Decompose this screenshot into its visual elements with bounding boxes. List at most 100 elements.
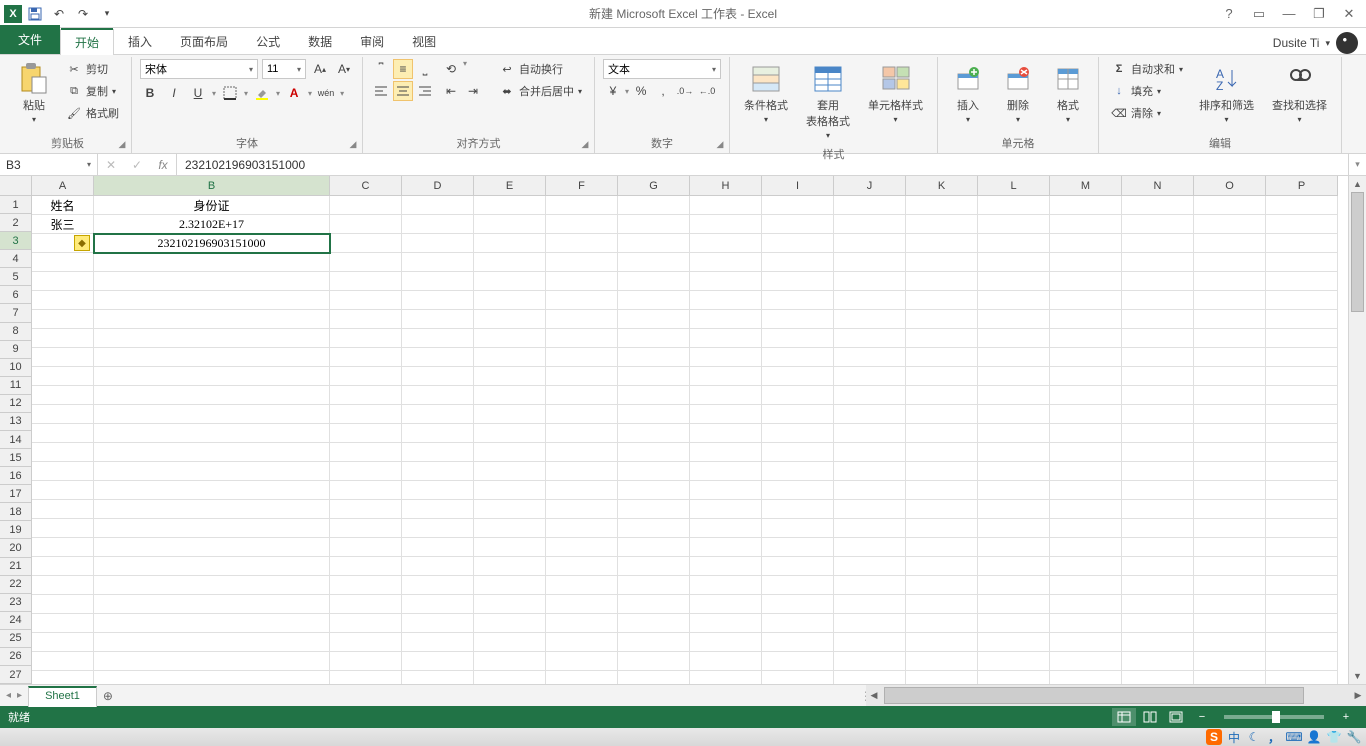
fill-button[interactable]: ↓填充▾ xyxy=(1107,81,1187,101)
cell-C23[interactable] xyxy=(330,614,402,633)
cell-C21[interactable] xyxy=(330,576,402,595)
cell-J16[interactable] xyxy=(834,481,906,500)
tab-insert[interactable]: 插入 xyxy=(114,29,166,54)
cell-A26[interactable] xyxy=(32,671,94,684)
cell-O26[interactable] xyxy=(1194,671,1266,684)
cell-A9[interactable] xyxy=(32,348,94,367)
cell-M26[interactable] xyxy=(1050,671,1122,684)
cell-H13[interactable] xyxy=(690,424,762,443)
user-name[interactable]: Dusite Ti xyxy=(1273,36,1320,50)
cell-D13[interactable] xyxy=(402,424,474,443)
cell-G17[interactable] xyxy=(618,500,690,519)
column-header-N[interactable]: N xyxy=(1122,176,1194,196)
cell-A20[interactable] xyxy=(32,557,94,576)
cell-I3[interactable] xyxy=(762,234,834,253)
tray-ime-icon[interactable]: 中 xyxy=(1226,729,1242,745)
cell-F7[interactable] xyxy=(546,310,618,329)
cell-M7[interactable] xyxy=(1050,310,1122,329)
cell-K25[interactable] xyxy=(906,652,978,671)
cell-M16[interactable] xyxy=(1050,481,1122,500)
cell-K8[interactable] xyxy=(906,329,978,348)
cell-G4[interactable] xyxy=(618,253,690,272)
cell-F21[interactable] xyxy=(546,576,618,595)
cell-J24[interactable] xyxy=(834,633,906,652)
cell-I10[interactable] xyxy=(762,367,834,386)
scroll-right-button[interactable]: ▶ xyxy=(1350,685,1366,706)
cell-B21[interactable] xyxy=(94,576,330,595)
vertical-scroll-thumb[interactable] xyxy=(1351,192,1364,312)
cell-O6[interactable] xyxy=(1194,291,1266,310)
cell-C19[interactable] xyxy=(330,538,402,557)
cell-A8[interactable] xyxy=(32,329,94,348)
cell-E12[interactable] xyxy=(474,405,546,424)
cell-I26[interactable] xyxy=(762,671,834,684)
column-header-E[interactable]: E xyxy=(474,176,546,196)
cell-G15[interactable] xyxy=(618,462,690,481)
cell-O1[interactable] xyxy=(1194,196,1266,215)
cell-J3[interactable] xyxy=(834,234,906,253)
cell-K19[interactable] xyxy=(906,538,978,557)
merge-center-button[interactable]: ⬌合并后居中▾ xyxy=(495,81,586,101)
cell-K26[interactable] xyxy=(906,671,978,684)
orientation-button[interactable]: ⟲ xyxy=(441,59,461,79)
cell-G26[interactable] xyxy=(618,671,690,684)
cell-A14[interactable] xyxy=(32,443,94,462)
tab-view[interactable]: 视图 xyxy=(398,29,450,54)
decrease-indent-button[interactable]: ⇤ xyxy=(441,81,461,101)
comma-button[interactable]: , xyxy=(653,81,673,101)
cell-C22[interactable] xyxy=(330,595,402,614)
cell-K5[interactable] xyxy=(906,272,978,291)
wrap-text-button[interactable]: ↩自动换行 xyxy=(495,59,586,79)
cell-A10[interactable] xyxy=(32,367,94,386)
cell-D24[interactable] xyxy=(402,633,474,652)
cell-A21[interactable] xyxy=(32,576,94,595)
underline-button[interactable]: U xyxy=(188,83,208,103)
cell-B10[interactable] xyxy=(94,367,330,386)
column-header-A[interactable]: A xyxy=(32,176,94,196)
cell-E1[interactable] xyxy=(474,196,546,215)
select-all-corner[interactable] xyxy=(0,176,32,196)
number-format-combo[interactable]: 文本▾ xyxy=(603,59,721,79)
cell-O17[interactable] xyxy=(1194,500,1266,519)
cell-H18[interactable] xyxy=(690,519,762,538)
font-size-combo[interactable]: 11▾ xyxy=(262,59,306,79)
cell-P10[interactable] xyxy=(1266,367,1338,386)
cell-A2[interactable]: 张三 xyxy=(32,215,94,234)
clear-button[interactable]: ⌫清除▾ xyxy=(1107,103,1187,123)
cell-P18[interactable] xyxy=(1266,519,1338,538)
cell-L14[interactable] xyxy=(978,443,1050,462)
cell-H25[interactable] xyxy=(690,652,762,671)
row-header-26[interactable]: 26 xyxy=(0,648,32,666)
cell-A24[interactable] xyxy=(32,633,94,652)
cell-N19[interactable] xyxy=(1122,538,1194,557)
cell-F1[interactable] xyxy=(546,196,618,215)
cell-M24[interactable] xyxy=(1050,633,1122,652)
row-header-14[interactable]: 14 xyxy=(0,431,32,449)
insert-function-button[interactable]: fx xyxy=(150,154,176,175)
cell-P15[interactable] xyxy=(1266,462,1338,481)
row-header-1[interactable]: 1 xyxy=(0,196,32,214)
bold-button[interactable]: B xyxy=(140,83,160,103)
zoom-slider[interactable] xyxy=(1224,715,1324,719)
cell-D20[interactable] xyxy=(402,557,474,576)
cell-B17[interactable] xyxy=(94,500,330,519)
cell-I9[interactable] xyxy=(762,348,834,367)
cell-N17[interactable] xyxy=(1122,500,1194,519)
cell-I17[interactable] xyxy=(762,500,834,519)
cell-L15[interactable] xyxy=(978,462,1050,481)
cell-N3[interactable] xyxy=(1122,234,1194,253)
cell-B7[interactable] xyxy=(94,310,330,329)
cell-B18[interactable] xyxy=(94,519,330,538)
cell-G25[interactable] xyxy=(618,652,690,671)
cell-F4[interactable] xyxy=(546,253,618,272)
format-as-table-button[interactable]: 套用 表格格式▾ xyxy=(800,59,856,144)
cell-D21[interactable] xyxy=(402,576,474,595)
cell-I1[interactable] xyxy=(762,196,834,215)
cell-E13[interactable] xyxy=(474,424,546,443)
cell-L13[interactable] xyxy=(978,424,1050,443)
cell-F19[interactable] xyxy=(546,538,618,557)
cell-J7[interactable] xyxy=(834,310,906,329)
cell-E23[interactable] xyxy=(474,614,546,633)
cell-D19[interactable] xyxy=(402,538,474,557)
format-cells-button[interactable]: 格式▾ xyxy=(1046,59,1090,128)
